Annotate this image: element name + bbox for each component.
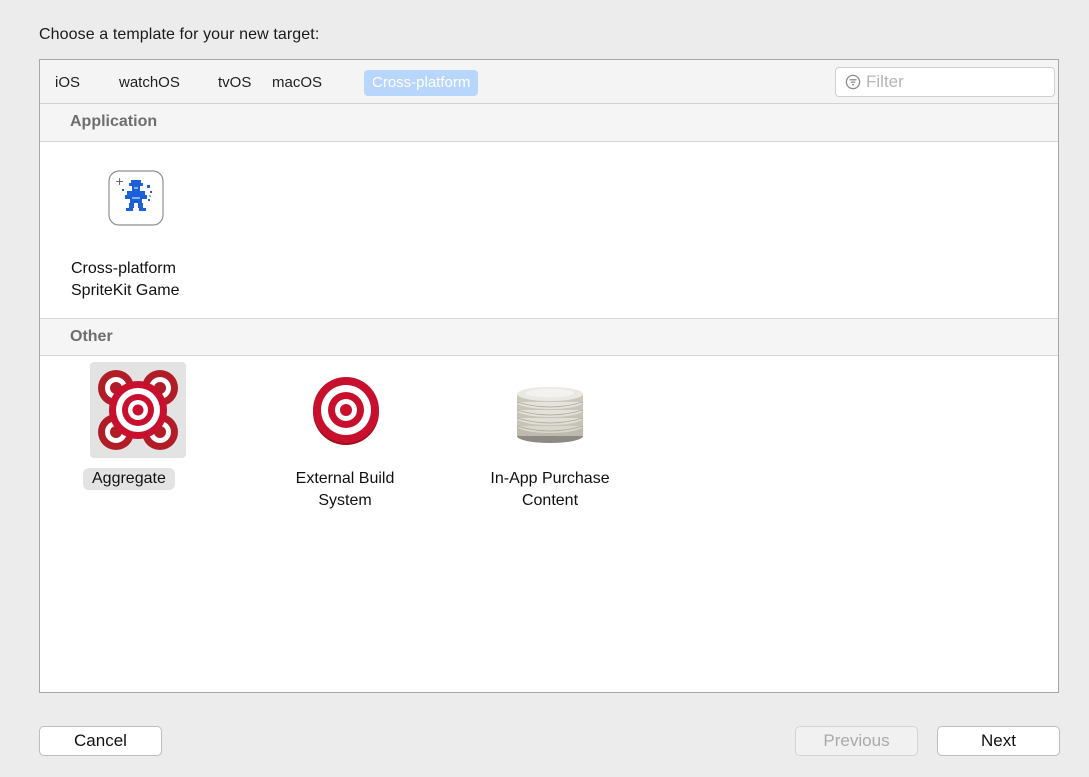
previous-button[interactable]: Previous [795, 726, 918, 756]
section-title: Application [70, 113, 158, 130]
sheet-top-edge [0, 0, 1089, 8]
section-title: Other [70, 328, 113, 345]
template-label-line1: Cross-platform [71, 260, 176, 277]
template-browser: iOS watchOS tvOS macOS Cross-platform Ap… [39, 59, 1059, 693]
template-cross-platform-spritekit-game[interactable]: + Cross-platform SpriteKit Game [40, 142, 220, 318]
template-label-line1: In-App Purchase [490, 470, 610, 487]
tab-tvos[interactable]: tvOS [218, 70, 251, 96]
tab-ios[interactable]: iOS [55, 70, 80, 96]
filter-field[interactable] [835, 67, 1055, 97]
template-label: Aggregate [83, 468, 175, 490]
tab-cross-platform[interactable]: Cross-platform [364, 70, 479, 96]
template-label-line1: Aggregate [92, 470, 166, 487]
template-icon-box: + [100, 162, 172, 234]
target-icon [313, 377, 379, 445]
tab-macos[interactable]: macOS [272, 70, 322, 96]
platform-tab-bar: iOS watchOS tvOS macOS Cross-platform [40, 60, 1058, 104]
template-label-line2: System [318, 492, 372, 509]
spritekit-game-icon: + [108, 170, 164, 226]
filter-icon [845, 74, 861, 90]
filter-input[interactable] [866, 71, 1046, 93]
template-icon-box [298, 362, 394, 458]
cancel-button[interactable]: Cancel [39, 726, 162, 756]
template-label-line1: External Build [295, 470, 395, 487]
coins-stack-icon [516, 387, 584, 443]
template-in-app-purchase-content[interactable]: In-App Purchase Content [465, 362, 635, 522]
template-external-build-system[interactable]: External Build System [270, 362, 420, 522]
template-aggregate[interactable]: Aggregate [70, 362, 210, 502]
template-label: External Build System [270, 468, 420, 512]
template-icon-box [90, 362, 186, 458]
tab-watchos[interactable]: watchOS [119, 70, 180, 96]
section-header-other: Other [40, 318, 1058, 356]
next-button[interactable]: Next [937, 726, 1060, 756]
template-label-line2: Content [521, 492, 579, 509]
section-header-application: Application [40, 104, 1058, 142]
template-icon-box [502, 362, 598, 458]
template-label-line2: SpriteKit Game [71, 282, 180, 299]
template-label: In-App Purchase Content [465, 468, 635, 512]
dialog-heading: Choose a template for your new target: [39, 26, 320, 43]
template-label: Cross-platform SpriteKit Game [71, 258, 179, 302]
svg-text:+: + [115, 175, 124, 188]
aggregate-target-icon [98, 370, 178, 450]
